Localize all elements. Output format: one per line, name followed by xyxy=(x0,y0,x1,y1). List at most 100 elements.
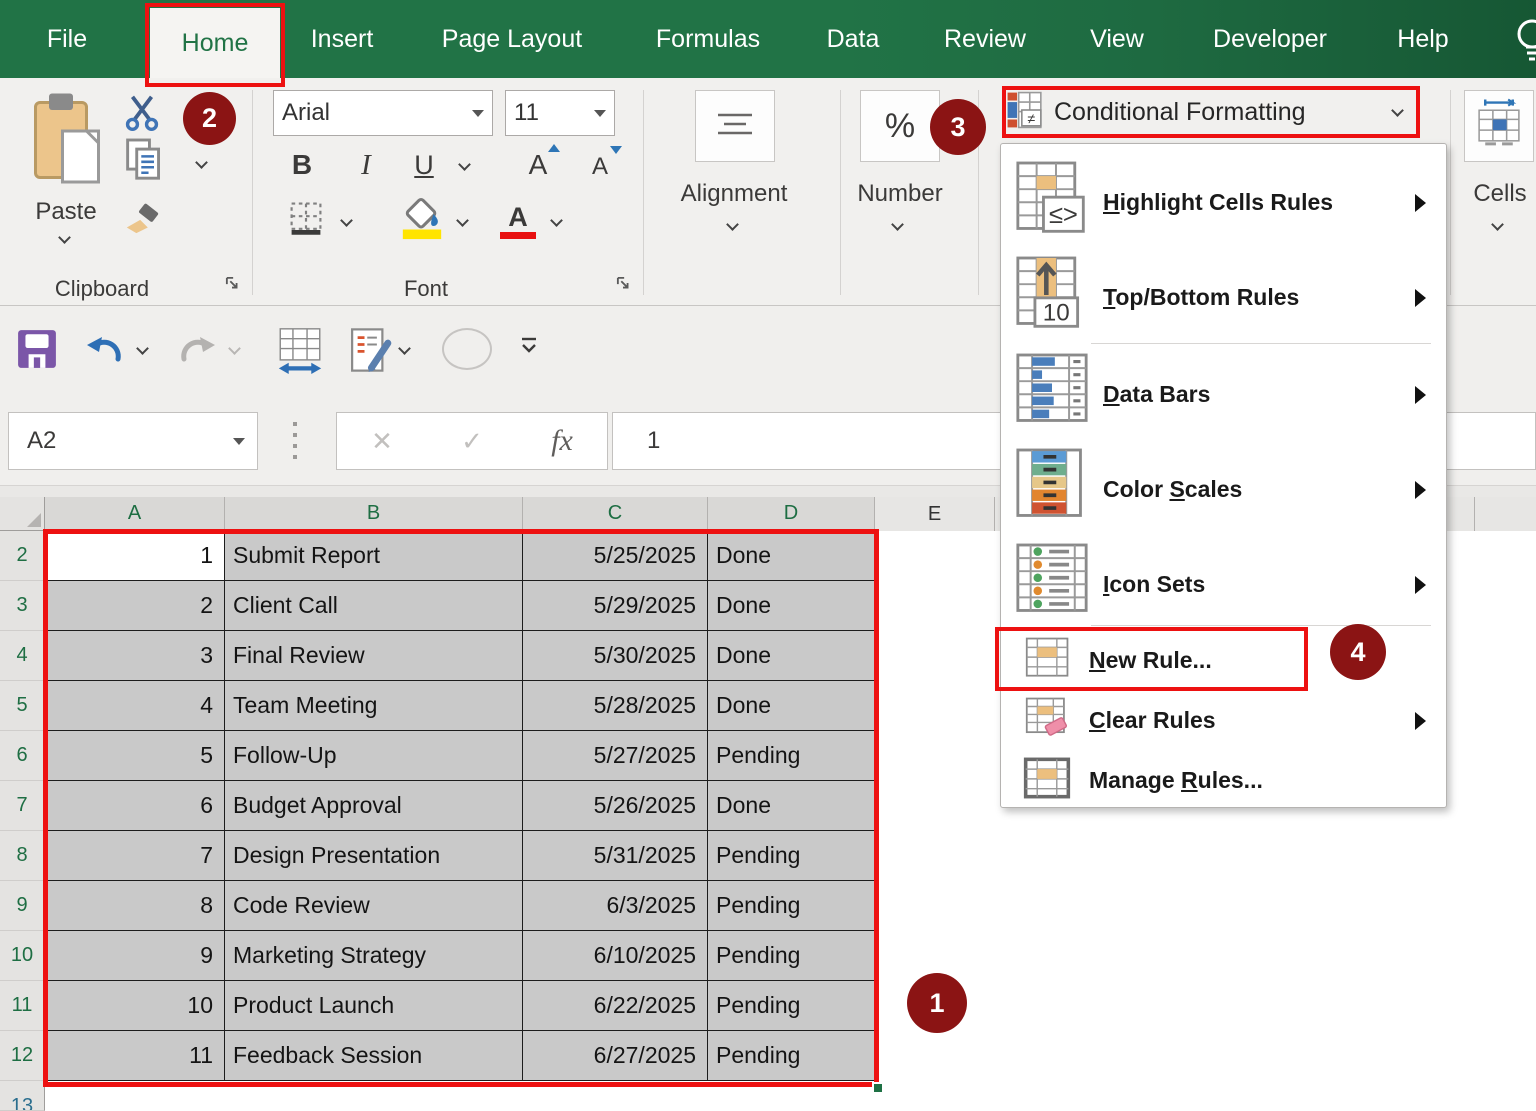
cell-A12[interactable]: 11 xyxy=(45,1031,225,1081)
autofit-column-width-button[interactable] xyxy=(276,326,324,379)
cell-C3[interactable]: 5/29/2025 xyxy=(523,581,708,631)
cell-B8[interactable]: Design Presentation xyxy=(225,831,523,881)
redo-button[interactable] xyxy=(176,332,218,371)
edit-dropdown-chevron-icon[interactable] xyxy=(398,342,411,355)
cell-B12[interactable]: Feedback Session xyxy=(225,1031,523,1081)
tab-insert[interactable]: Insert xyxy=(311,0,374,78)
row-header-4[interactable]: 4 xyxy=(0,631,45,681)
paste-button[interactable] xyxy=(28,92,106,192)
tab-file[interactable]: File xyxy=(47,0,87,78)
cell-D3[interactable]: Done xyxy=(708,581,875,631)
enter-icon[interactable]: ✓ xyxy=(461,426,483,457)
undo-button[interactable] xyxy=(84,332,126,371)
cell-A4[interactable]: 3 xyxy=(45,631,225,681)
cell-A7[interactable]: 6 xyxy=(45,781,225,831)
customize-qat-icon[interactable] xyxy=(520,336,538,361)
column-header-E[interactable]: E xyxy=(875,497,995,531)
select-all-corner[interactable] xyxy=(0,497,45,531)
menu-item-manage-rules[interactable]: Manage Rules... xyxy=(1007,753,1437,807)
row-header-7[interactable]: 7 xyxy=(0,781,45,831)
undo-dropdown-chevron-icon[interactable] xyxy=(136,342,149,355)
fill-handle[interactable] xyxy=(872,1082,884,1094)
cell-A6[interactable]: 5 xyxy=(45,731,225,781)
cell-A8[interactable]: 7 xyxy=(45,831,225,881)
tab-home[interactable]: Home xyxy=(150,8,280,78)
cell-A11[interactable]: 10 xyxy=(45,981,225,1031)
borders-button[interactable] xyxy=(286,200,326,240)
cell-D4[interactable]: Done xyxy=(708,631,875,681)
cell-B10[interactable]: Marketing Strategy xyxy=(225,931,523,981)
copy-button[interactable] xyxy=(122,140,166,184)
column-header-C[interactable]: C xyxy=(523,497,708,531)
cells-format-button[interactable] xyxy=(1464,90,1534,162)
font-color-dropdown-chevron-icon[interactable] xyxy=(550,214,563,227)
bold-button[interactable]: B xyxy=(284,146,320,184)
menu-item-icon-sets[interactable]: Icon Sets xyxy=(1007,538,1437,630)
menu-item-highlight-cells-rules[interactable]: ≤> Highlight Cells Rules xyxy=(1007,156,1437,248)
fill-color-dropdown-chevron-icon[interactable] xyxy=(456,214,469,227)
number-expand-chevron-icon[interactable] xyxy=(891,218,904,231)
tab-page-layout[interactable]: Page Layout xyxy=(442,0,582,78)
clipboard-dialog-launcher-icon[interactable] xyxy=(224,275,240,296)
font-name-dropdown-icon[interactable] xyxy=(472,110,484,117)
tab-help[interactable]: Help xyxy=(1397,0,1448,78)
redo-dropdown-chevron-icon[interactable] xyxy=(228,342,241,355)
column-header-B[interactable]: B xyxy=(225,497,523,531)
row-header-13[interactable]: 13 xyxy=(0,1081,45,1111)
decrease-font-size-button[interactable]: A xyxy=(578,148,622,186)
cell-D9[interactable]: Pending xyxy=(708,881,875,931)
row-header-5[interactable]: 5 xyxy=(0,681,45,731)
underline-button[interactable]: U xyxy=(406,146,442,184)
cell-C11[interactable]: 6/22/2025 xyxy=(523,981,708,1031)
borders-dropdown-chevron-icon[interactable] xyxy=(340,214,353,227)
column-header-extra-9[interactable] xyxy=(1475,497,1536,531)
font-size-combobox[interactable]: 11 xyxy=(505,90,615,136)
column-header-D[interactable]: D xyxy=(708,497,875,531)
cell-C6[interactable]: 5/27/2025 xyxy=(523,731,708,781)
tab-formulas[interactable]: Formulas xyxy=(656,0,760,78)
cell-A2[interactable]: 1 xyxy=(45,531,225,581)
menu-item-color-scales[interactable]: Color Scales xyxy=(1007,443,1437,535)
cell-C4[interactable]: 5/30/2025 xyxy=(523,631,708,681)
cell-B11[interactable]: Product Launch xyxy=(225,981,523,1031)
alignment-button[interactable] xyxy=(695,90,775,162)
name-box[interactable]: A2 xyxy=(8,412,258,470)
insert-function-icon[interactable]: fx xyxy=(551,424,573,458)
cell-A9[interactable]: 8 xyxy=(45,881,225,931)
tab-view[interactable]: View xyxy=(1090,0,1144,78)
copy-dropdown-chevron-icon[interactable] xyxy=(195,156,208,169)
cell-D7[interactable]: Done xyxy=(708,781,875,831)
number-format-button[interactable]: % xyxy=(860,90,940,162)
cell-C7[interactable]: 5/26/2025 xyxy=(523,781,708,831)
cell-A3[interactable]: 2 xyxy=(45,581,225,631)
paste-dropdown-chevron-icon[interactable] xyxy=(58,231,71,244)
conditional-formatting-button[interactable]: ≠ Conditional Formatting xyxy=(1006,90,1416,134)
underline-dropdown-chevron-icon[interactable] xyxy=(458,158,471,171)
cell-D10[interactable]: Pending xyxy=(708,931,875,981)
row-header-10[interactable]: 10 xyxy=(0,931,45,981)
cancel-icon[interactable]: ✕ xyxy=(371,426,393,457)
italic-button[interactable]: I xyxy=(348,146,384,184)
cell-C2[interactable]: 5/25/2025 xyxy=(523,531,708,581)
cell-C12[interactable]: 6/27/2025 xyxy=(523,1031,708,1081)
cell-D5[interactable]: Done xyxy=(708,681,875,731)
cell-D8[interactable]: Pending xyxy=(708,831,875,881)
cell-B4[interactable]: Final Review xyxy=(225,631,523,681)
cell-D2[interactable]: Done xyxy=(708,531,875,581)
formula-bar-resize-handle[interactable] xyxy=(293,422,297,459)
cell-B7[interactable]: Budget Approval xyxy=(225,781,523,831)
alignment-expand-chevron-icon[interactable] xyxy=(726,218,739,231)
cell-A5[interactable]: 4 xyxy=(45,681,225,731)
row-header-2[interactable]: 2 xyxy=(0,531,45,581)
cell-B3[interactable]: Client Call xyxy=(225,581,523,631)
cell-D6[interactable]: Pending xyxy=(708,731,875,781)
cell-D12[interactable]: Pending xyxy=(708,1031,875,1081)
menu-item-data-bars[interactable]: Data Bars xyxy=(1007,348,1437,440)
font-name-combobox[interactable]: Arial xyxy=(273,90,493,136)
cells-expand-chevron-icon[interactable] xyxy=(1491,218,1504,231)
row-header-11[interactable]: 11 xyxy=(0,981,45,1031)
font-color-button[interactable]: A xyxy=(496,196,540,244)
save-button[interactable] xyxy=(16,328,58,375)
row-header-12[interactable]: 12 xyxy=(0,1031,45,1081)
menu-item-clear-rules[interactable]: Clear Rules xyxy=(1007,693,1437,747)
